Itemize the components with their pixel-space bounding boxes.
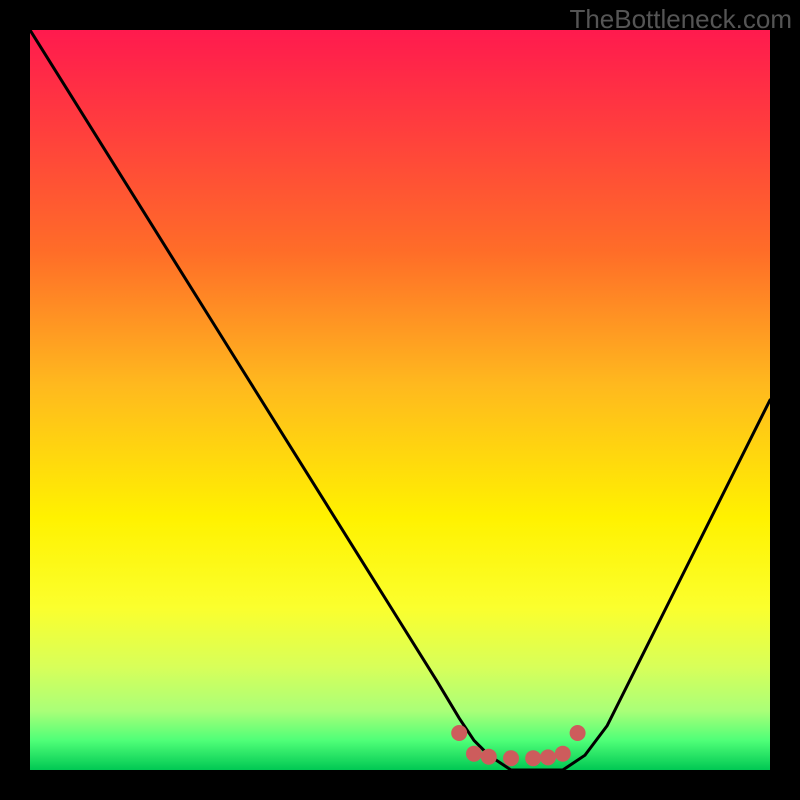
plot-area [30,30,770,770]
watermark-text: TheBottleneck.com [569,4,792,35]
marker-dot [481,749,497,765]
chart-frame: TheBottleneck.com [0,0,800,800]
bottleneck-curve-line [30,30,770,770]
marker-dot [540,749,556,765]
marker-dot [451,725,467,741]
marker-dot [525,750,541,766]
marker-dot [503,750,519,766]
marker-dot [466,746,482,762]
marker-dot [570,725,586,741]
chart-svg [30,30,770,770]
optimal-band-markers [451,725,585,766]
marker-dot [555,746,571,762]
